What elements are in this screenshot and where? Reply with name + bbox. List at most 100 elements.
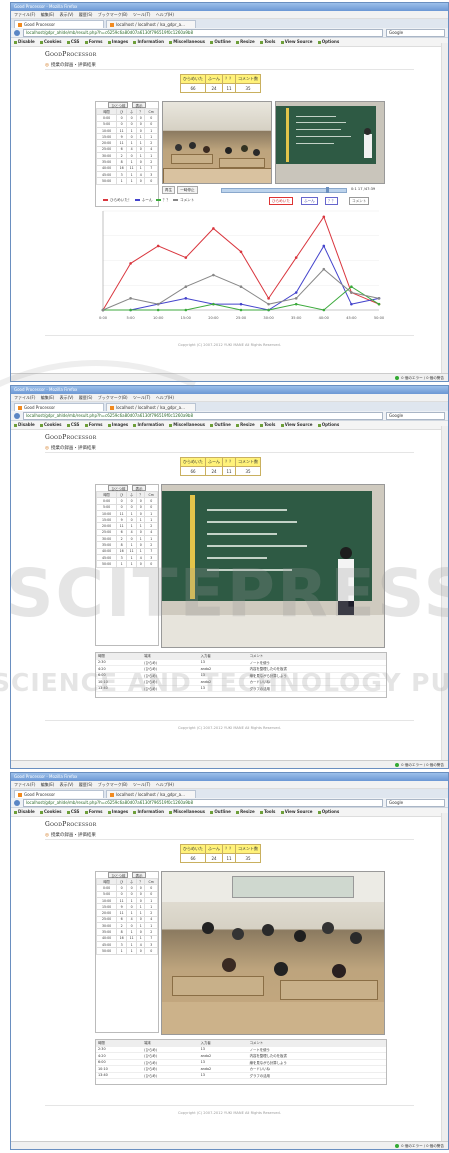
data-point[interactable] [101,308,105,312]
dev-options[interactable]: Options [317,809,339,814]
menu-bookmarks[interactable]: ブックマーク(B) [98,12,128,17]
data-point[interactable] [322,267,326,271]
dev-cookies[interactable]: Cookies [40,39,62,44]
data-point[interactable] [267,297,270,300]
data-point[interactable] [350,285,353,289]
prev-button[interactable]: ひとつ前 [108,872,129,878]
dev-options[interactable]: Options [317,422,339,427]
search-input[interactable]: Google [386,28,445,37]
seek-knob[interactable] [326,187,329,193]
menu-view[interactable]: 表示(V) [60,395,74,400]
dev-options[interactable]: Options [317,39,339,44]
list-item[interactable]: 13:40 (ひらめ) 13 グラフの活用 [96,1072,386,1079]
tab-good-processor[interactable]: Good Processor [14,403,104,411]
data-point[interactable] [184,285,188,289]
menu-history[interactable]: 履歴(S) [79,12,93,17]
scrollbar[interactable] [441,426,448,760]
list-item[interactable]: 13:40 (ひらめ) 13 グラフの活用 [96,685,386,692]
data-point[interactable] [239,250,243,254]
data-point[interactable] [129,308,132,312]
tab-localhost[interactable]: localhost / localhost / lsa_gdpr_a... [106,20,196,28]
dev-resize[interactable]: Resize [236,39,255,44]
menu-tools[interactable]: ツール(T) [133,395,151,400]
table-row[interactable]: 50:00 1 1 0 0 [95,947,158,955]
dev-information[interactable]: Information [133,422,164,427]
menu-help[interactable]: ヘルプ(H) [156,12,174,17]
data-point[interactable] [267,302,270,306]
data-point[interactable] [294,297,298,300]
menu-help[interactable]: ヘルプ(H) [156,782,174,787]
scrollbar[interactable] [441,43,448,373]
dev-forms[interactable]: Forms [84,809,103,814]
data-point[interactable] [156,302,160,306]
data-point[interactable] [294,291,298,294]
data-point[interactable] [377,302,381,306]
data-point[interactable] [239,302,243,306]
toggle-question-button[interactable]: ？？ [325,197,339,205]
menu-file[interactable]: ファイル(F) [14,782,35,787]
data-point[interactable] [294,302,298,306]
data-point[interactable] [212,273,215,277]
toggle-hirameita-button[interactable]: ひらめいた [269,197,293,205]
menu-tools[interactable]: ツール(T) [133,782,151,787]
menu-bookmarks[interactable]: ブックマーク(B) [98,395,128,400]
dev-css[interactable]: CSS [66,809,79,814]
dev-cookies[interactable]: Cookies [40,422,62,427]
dev-view-source[interactable]: View Source [280,39,312,44]
menu-history[interactable]: 履歴(S) [79,782,93,787]
menu-edit[interactable]: 編集(E) [41,12,55,17]
data-point[interactable] [239,285,243,289]
toggle-fun-button[interactable]: ふーん [301,197,318,205]
dev-tools[interactable]: Tools [259,809,275,814]
tab-localhost[interactable]: localhost / localhost / lsa_gdpr_a... [106,403,196,411]
dev-disable[interactable]: Disable [14,39,35,44]
play-button[interactable]: 再生 [162,186,176,194]
dev-misc[interactable]: Miscellaneous [169,422,205,427]
dev-images[interactable]: Images [107,809,128,814]
back-icon[interactable] [14,29,20,36]
dev-misc[interactable]: Miscellaneous [169,39,205,44]
dev-disable[interactable]: Disable [14,809,35,814]
url-input[interactable]: localhost/gdpr_ahlde/mb/result.php?h=c62… [23,411,383,420]
menu-view[interactable]: 表示(V) [60,782,74,787]
dev-css[interactable]: CSS [66,422,79,427]
menu-file[interactable]: ファイル(F) [14,12,35,17]
seek-slider[interactable] [221,187,347,193]
dev-images[interactable]: Images [107,422,128,427]
data-point[interactable] [350,302,353,306]
menu-history[interactable]: 履歴(S) [79,395,93,400]
data-point[interactable] [239,308,243,312]
dev-forms[interactable]: Forms [84,422,103,427]
menu-view[interactable]: 表示(V) [60,12,74,17]
dev-forms[interactable]: Forms [84,39,103,44]
search-input[interactable]: Google [386,798,445,807]
data-point[interactable] [129,262,132,265]
pause-button[interactable]: 一時停止 [177,186,198,194]
dev-outline[interactable]: Outline [210,422,231,427]
data-point[interactable] [322,244,326,248]
data-point[interactable] [184,308,188,312]
dev-cookies[interactable]: Cookies [40,809,62,814]
scrollbar[interactable] [441,813,448,1141]
data-point[interactable] [350,291,353,294]
data-point[interactable] [129,297,132,300]
dev-outline[interactable]: Outline [210,809,231,814]
menu-edit[interactable]: 編集(E) [41,395,55,400]
dev-outline[interactable]: Outline [210,39,231,44]
data-point[interactable] [377,297,381,300]
dev-css[interactable]: CSS [66,39,79,44]
prev-button[interactable]: ひとつ前 [108,485,129,491]
show-button[interactable]: 表示 [132,872,146,878]
menu-bookmarks[interactable]: ブックマーク(B) [98,782,128,787]
data-point[interactable] [156,308,160,312]
toggle-comment-button[interactable]: コメント [349,197,370,205]
dev-images[interactable]: Images [107,39,128,44]
tab-good-processor[interactable]: Good Processor [14,790,104,798]
data-point[interactable] [212,302,215,306]
dev-tools[interactable]: Tools [259,422,275,427]
show-button[interactable]: 表示 [132,485,146,491]
tab-localhost[interactable]: localhost / localhost / lsa_gdpr_a... [106,790,196,798]
dev-resize[interactable]: Resize [236,422,255,427]
dev-view-source[interactable]: View Source [280,809,312,814]
data-point[interactable] [212,227,215,230]
